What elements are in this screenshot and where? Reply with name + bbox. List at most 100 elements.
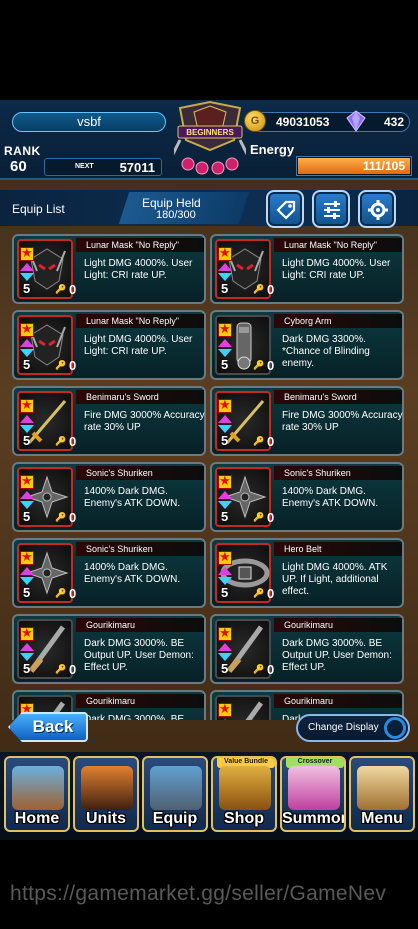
key-icon: 🔑 (253, 360, 265, 370)
key-icon: 🔑 (55, 588, 67, 598)
key-icon: 🔑 (253, 664, 265, 674)
equip-list-title: Equip List (12, 202, 65, 216)
element-star-icon (218, 549, 232, 565)
equipment-level: 5 (23, 661, 31, 676)
gear-icon (368, 200, 388, 220)
filter-button[interactable] (312, 190, 350, 228)
equipment-description: 1400% Dark DMG. Enemy's ATK DOWN. (282, 486, 379, 509)
equipment-thumbnail: 5 🔑0 (215, 239, 275, 299)
element-star-icon (218, 321, 232, 337)
equipment-card[interactable]: 5 🔑0 Benimaru's Sword Fire DMG 3000% Accura… (210, 386, 404, 456)
energy-label: Energy (250, 142, 295, 157)
equipment-name: Gourikimaru (76, 618, 204, 632)
equipment-thumbnail: 5 🔑0 (215, 619, 275, 679)
equipment-thumbnail: 5 🔑0 (17, 315, 76, 375)
equipment-name: Lunar Mask "No Reply" (76, 314, 204, 328)
equipment-name: Sonic's Shuriken (76, 466, 204, 480)
nav-summon[interactable]: Crossover Summon (280, 756, 346, 832)
element-star-icon (20, 549, 34, 565)
equipment-count: 0 (267, 586, 275, 601)
nav-label: Units (86, 810, 126, 827)
key-icon: 🔑 (253, 284, 265, 294)
equipment-card[interactable]: 5 🔑0 Sonic's Shuriken 1400% Dark DMG. Enemy… (12, 538, 206, 608)
equipment-card[interactable]: 5 🔑0 Sonic's Shuriken 1400% Dark DMG. Enemy… (12, 462, 206, 532)
equipment-name: Sonic's Shuriken (274, 466, 402, 480)
equipment-count: 0 (267, 434, 275, 449)
equip-held-value: 180/300 (156, 209, 196, 221)
nav-label: Shop (224, 810, 264, 827)
nav-equip[interactable]: Equip (142, 756, 208, 832)
equipment-card[interactable]: 5 🔑0 Benimaru's Sword Fire DMG 3000% Accura… (12, 386, 206, 456)
equipment-count: 0 (69, 662, 77, 677)
element-star-icon (20, 625, 34, 641)
equipment-description: Light DMG 4000%. User Light: CRI rate UP… (84, 334, 193, 357)
equipment-description: Light DMG 4000%. ATK UP. If Light, addit… (282, 562, 388, 597)
equipment-thumbnail: 5 🔑0 (215, 543, 275, 603)
equipment-level: 5 (23, 281, 31, 296)
nav-units[interactable]: Units (73, 756, 139, 832)
element-star-icon (218, 245, 232, 261)
equipment-card[interactable]: 5 🔑0 Hero Belt Light DMG 4000%. ATK UP. If … (210, 538, 404, 608)
equipment-description: Fire DMG 3000% Accuracy rate 30% UP (84, 410, 205, 433)
element-star-icon (20, 473, 34, 489)
equipment-count: 0 (267, 358, 275, 373)
equipment-name: Benimaru's Sword (274, 390, 402, 404)
equipment-level: 5 (221, 585, 229, 600)
equipment-card[interactable]: 5 🔑0 Cyborg Arm Dark DMG 3300%. *Chance of … (210, 310, 404, 380)
equipment-card[interactable]: 5 🔑0 Sonic's Shuriken 1400% Dark DMG. Enemy… (210, 462, 404, 532)
equipment-level: 5 (221, 661, 229, 676)
beginners-emblem[interactable]: BEGINNERS (170, 100, 250, 180)
equipment-card[interactable]: 5 🔑0 Lunar Mask "No Reply" Light DMG 4000%.… (12, 310, 206, 380)
nav-label: Home (14, 810, 60, 827)
nav-home[interactable]: Home (4, 756, 70, 832)
equipment-card[interactable]: 5 🔑0 Gourikimaru Dark DMG 3000%. BE Output … (12, 614, 206, 684)
equipment-count: 0 (267, 282, 275, 297)
energy-value: 111/105 (362, 159, 405, 173)
equipment-count: 0 (267, 662, 275, 677)
summon-icon (288, 766, 340, 810)
bottom-navigation: Home Units Equip Value Bundle Shop Crossover S… (0, 752, 418, 840)
player-name: vsbf (12, 112, 166, 132)
key-icon: 🔑 (253, 512, 265, 522)
game-screen: vsbf RANK 60 NEXT 57011 BEGINNERS G 4903… (0, 100, 418, 840)
element-star-icon (20, 245, 34, 261)
gem-icon (346, 110, 366, 132)
equipment-count: 0 (69, 282, 77, 297)
equipment-description: Fire DMG 3000% Accuracy rate 30% UP (282, 410, 403, 433)
equipment-level: 5 (23, 357, 31, 372)
tag-button[interactable] (266, 190, 304, 228)
weapon-icon (150, 766, 202, 810)
equipment-card[interactable]: 5 🔑0 Lunar Mask "No Reply" Light DMG 4000%.… (210, 234, 404, 304)
chest-icon (219, 766, 271, 810)
coin-icon: G (244, 110, 266, 132)
change-display-label: Change Display (308, 722, 379, 733)
equipment-name: Lunar Mask "No Reply" (274, 238, 402, 252)
element-star-icon (218, 625, 232, 641)
key-icon: 🔑 (55, 360, 67, 370)
equipment-description: 1400% Dark DMG. Enemy's ATK DOWN. (84, 486, 181, 509)
rank-value: 60 (10, 158, 27, 175)
emblem-icon: BEGINNERS (170, 100, 250, 175)
filter-sliders-icon (324, 201, 340, 219)
equipment-thumbnail: 5 🔑0 (17, 239, 77, 299)
key-icon: 🔑 (55, 664, 67, 674)
equipment-card[interactable]: 5 🔑0 Lunar Mask "No Reply" Light DMG 4000%.… (12, 234, 206, 304)
equipment-description: Light DMG 4000%. User Light: CRI rate UP… (282, 258, 391, 281)
bottom-controls: Back Change Display Home Units Equip Value … (0, 712, 418, 840)
nav-menu[interactable]: Menu (349, 756, 415, 832)
equipment-card[interactable]: 5 🔑0 Gourikimaru Dark DMG 3000%. BE Output … (210, 614, 404, 684)
equipment-description: Dark DMG 3000%. BE Output UP. User Demon… (84, 638, 194, 673)
equipment-level: 5 (23, 509, 31, 524)
equipment-name: Lunar Mask "No Reply" (76, 238, 204, 252)
equipment-count: 0 (69, 510, 77, 525)
back-button[interactable]: Back (8, 712, 88, 742)
settings-button[interactable] (358, 190, 396, 228)
equipment-count: 0 (69, 586, 77, 601)
next-exp-value: 57011 (119, 160, 155, 175)
rank-label: RANK (4, 144, 41, 158)
equipment-grid: 5🔑0Lunar Mask "No Reply"Light DMG 4000%.… (0, 234, 418, 720)
refresh-icon (384, 717, 406, 739)
element-star-icon (20, 397, 34, 413)
change-display-button[interactable]: Change Display (296, 714, 410, 742)
nav-shop[interactable]: Value Bundle Shop (211, 756, 277, 832)
